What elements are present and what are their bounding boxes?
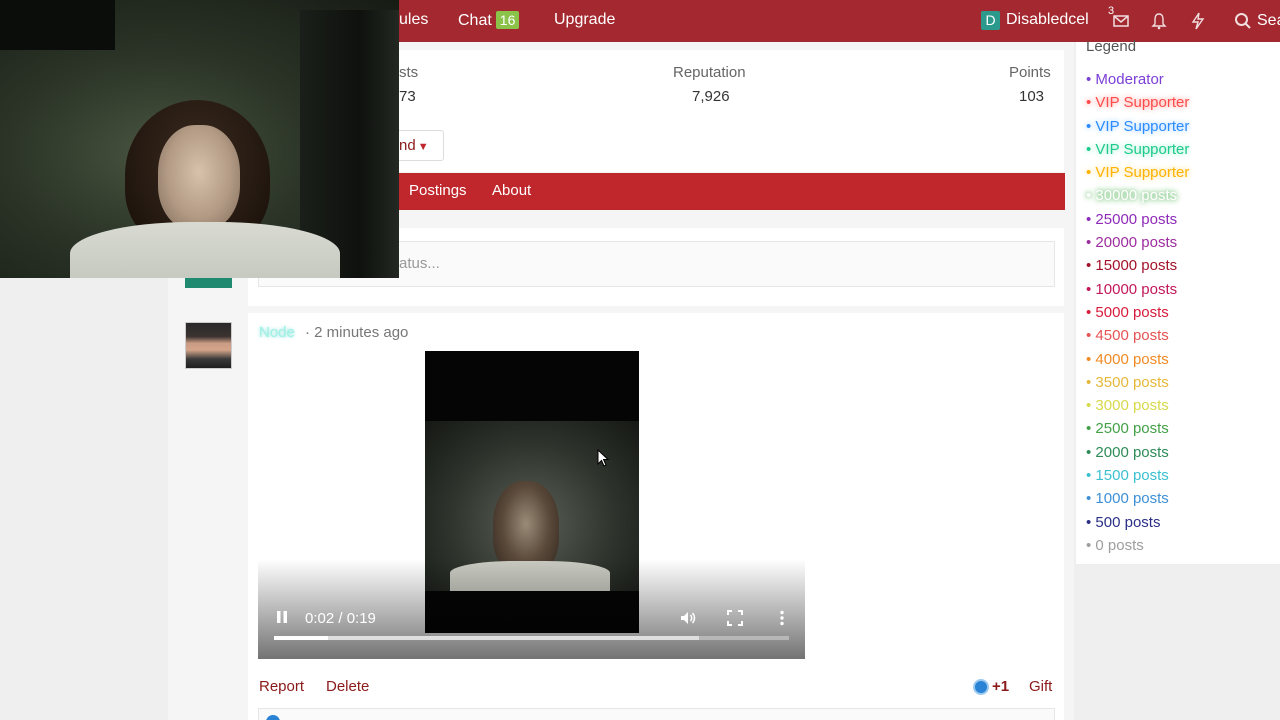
volume-icon[interactable] — [679, 609, 697, 627]
legend-item: • 30000 posts — [1086, 187, 1178, 205]
legend-item: • 3000 posts — [1086, 397, 1169, 415]
webcam-person-face — [158, 125, 240, 230]
video-controls: 0:02 / 0:19 — [258, 559, 805, 659]
chat-count-badge: 16 — [495, 11, 520, 29]
add-friend-label: nd — [399, 137, 416, 154]
stat-reputation-value: 7,926 — [692, 88, 730, 105]
delete-link[interactable]: Delete — [326, 678, 369, 695]
webcam-person-shirt — [70, 222, 340, 278]
mouse-cursor-icon — [597, 449, 610, 467]
legend-item: • 3500 posts — [1086, 373, 1169, 391]
post-author-avatar[interactable] — [185, 322, 232, 369]
legend-item: • 4000 posts — [1086, 350, 1169, 368]
post-timestamp: · 2 minutes ago — [305, 324, 409, 341]
stat-posts-value: 73 — [399, 88, 416, 105]
video-player[interactable]: 0:02 / 0:19 — [258, 351, 805, 659]
legend-item: • 2500 posts — [1086, 420, 1169, 438]
like-count[interactable]: +1 — [992, 678, 1009, 695]
gift-link[interactable]: Gift — [1029, 678, 1052, 695]
pause-icon[interactable] — [275, 609, 289, 625]
stat-posts-label: sts — [399, 64, 419, 81]
legend-item: • 2000 posts — [1086, 443, 1169, 461]
video-buffered-bar — [274, 636, 699, 640]
legend-item: • VIP Supporter — [1086, 140, 1190, 158]
tab-about[interactable]: About — [492, 182, 531, 199]
nav-chat-label: Chat — [458, 12, 492, 29]
webcam-background-frame — [0, 0, 115, 50]
legend-item: • 4500 posts — [1086, 327, 1169, 345]
legend-item: • 500 posts — [1086, 513, 1161, 531]
legend-item: • VIP Supporter — [1086, 94, 1190, 112]
post-author-name[interactable]: Node — [259, 324, 295, 341]
username-link[interactable]: Disabledcel — [1006, 11, 1089, 29]
legend-item: • Moderator — [1086, 71, 1164, 88]
stat-points-value: 103 — [1019, 88, 1045, 105]
legend-item: • 10000 posts — [1086, 280, 1178, 298]
messages-icon[interactable] — [1112, 12, 1130, 30]
user-avatar[interactable]: D — [981, 11, 1000, 30]
more-vertical-icon[interactable] — [773, 609, 791, 627]
legend-item: • VIP Supporter — [1086, 164, 1190, 182]
nav-rules-link[interactable]: ules — [399, 11, 428, 29]
nav-chat-link[interactable]: Chat 16 — [458, 11, 520, 30]
legend-title: Legend — [1086, 38, 1137, 55]
bell-icon[interactable] — [1150, 12, 1168, 30]
legend-item: • 1500 posts — [1086, 467, 1169, 485]
video-progress-bar[interactable] — [274, 636, 789, 640]
legend-item: • 15000 posts — [1086, 257, 1178, 275]
legend-item: • 0 posts — [1086, 536, 1144, 554]
stat-points-label: Points — [1009, 64, 1051, 81]
fullscreen-icon[interactable] — [726, 609, 744, 627]
webcam-overlay — [0, 0, 399, 278]
legend-item: • 20000 posts — [1086, 234, 1178, 252]
search-label[interactable]: Sea — [1257, 12, 1280, 30]
video-time-display: 0:02 / 0:19 — [305, 610, 376, 627]
like-icon[interactable] — [973, 679, 989, 695]
bolt-icon[interactable] — [1189, 12, 1207, 30]
report-link[interactable]: Report — [259, 678, 304, 695]
search-icon[interactable] — [1234, 12, 1252, 30]
legend-item: • 1000 posts — [1086, 490, 1169, 508]
reply-input[interactable] — [258, 708, 1055, 720]
legend-item: • 5000 posts — [1086, 303, 1169, 321]
tab-postings[interactable]: Postings — [409, 182, 467, 199]
caret-down-icon: ▼ — [417, 141, 429, 153]
legend-item: • 25000 posts — [1086, 210, 1178, 228]
video-played-bar — [274, 636, 329, 640]
stat-reputation-label: Reputation — [673, 64, 746, 81]
nav-upgrade-link[interactable]: Upgrade — [554, 11, 615, 29]
legend-list: • Moderator • VIP Supporter • VIP Supporte… — [1086, 71, 1189, 560]
legend-item: • VIP Supporter — [1086, 117, 1190, 135]
